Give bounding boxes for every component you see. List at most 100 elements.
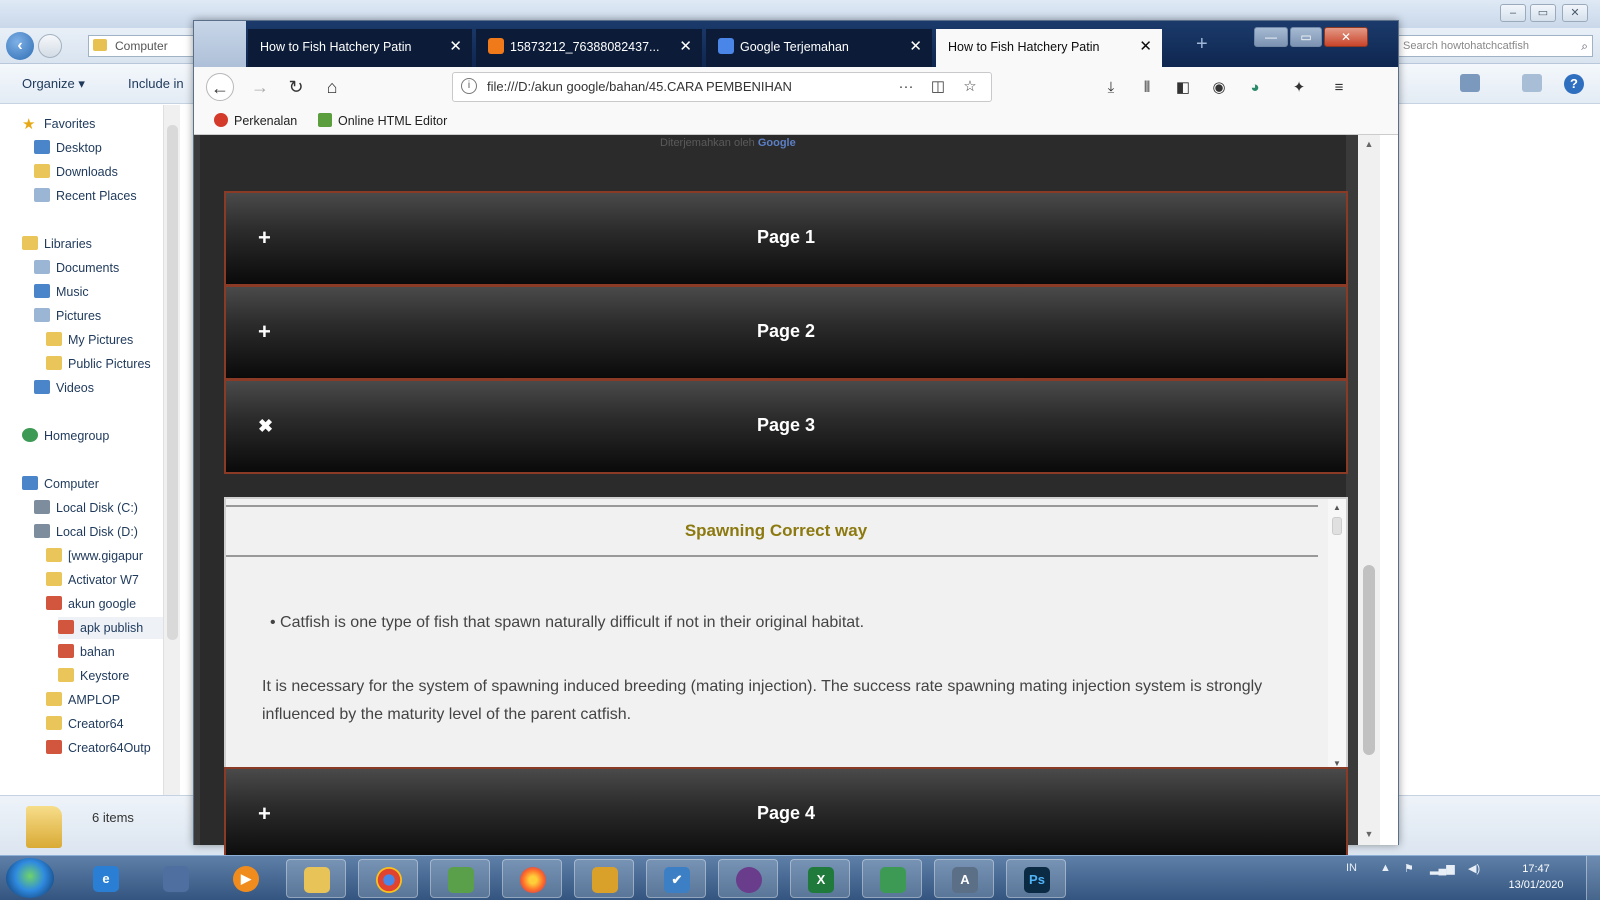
download-icon[interactable]: ⤓: [1100, 77, 1122, 99]
accordion-page-3[interactable]: ✖ Page 3: [224, 379, 1348, 474]
extension-puzzle-icon[interactable]: ✦: [1288, 77, 1310, 99]
nav-disk-d[interactable]: Local Disk (D:): [34, 521, 138, 543]
include-in-library-button[interactable]: Include in: [128, 76, 184, 91]
explorer-back-button[interactable]: ‹: [6, 32, 34, 60]
url-bar[interactable]: i file:///D:/akun google/bahan/45.CARA P…: [452, 72, 992, 102]
taskbar-app-8[interactable]: [574, 859, 634, 898]
tray-expand-icon[interactable]: ▲: [1380, 862, 1391, 874]
scroll-down-arrow-icon[interactable]: ▼: [1358, 829, 1380, 839]
taskbar-internet-explorer[interactable]: e: [76, 859, 136, 898]
nav-computer[interactable]: Computer: [22, 473, 99, 495]
bookmark-perkenalan[interactable]: Perkenalan: [214, 111, 297, 131]
taskbar-app-6[interactable]: [430, 859, 490, 898]
navigation-scrollbar[interactable]: [163, 105, 180, 795]
preview-pane-icon[interactable]: [1522, 74, 1542, 92]
pocket-icon[interactable]: ◫: [927, 77, 949, 97]
scroll-up-arrow-icon[interactable]: ▲: [1328, 503, 1346, 512]
close-tab-icon[interactable]: ✕: [679, 29, 692, 65]
url-text[interactable]: file:///D:/akun google/bahan/45.CARA PEM…: [487, 73, 867, 101]
extension-icon[interactable]: ◉: [1208, 77, 1230, 99]
sync-icon[interactable]: ◕: [1244, 77, 1266, 99]
accordion-page-2[interactable]: + Page 2: [224, 285, 1348, 380]
explorer-address-bar[interactable]: Computer: [88, 35, 198, 57]
nav-music[interactable]: Music: [34, 281, 89, 303]
scrollbar-thumb[interactable]: [1332, 517, 1342, 535]
nav-favorites[interactable]: ★ Favorites: [22, 113, 95, 135]
nav-folder-bahan[interactable]: bahan: [58, 641, 115, 663]
show-desktop-button[interactable]: [1586, 856, 1600, 900]
volume-icon[interactable]: ◀): [1468, 862, 1480, 875]
nav-documents[interactable]: Documents: [34, 257, 119, 279]
nav-homegroup[interactable]: Homegroup: [22, 425, 109, 447]
scrollbar-thumb[interactable]: [1363, 565, 1375, 755]
menu-icon[interactable]: ≡: [1328, 77, 1350, 99]
library-icon[interactable]: ⫴: [1136, 77, 1158, 99]
page-scrollbar[interactable]: ▲ ▼: [1358, 135, 1380, 845]
new-tab-button[interactable]: +: [1196, 33, 1208, 56]
nav-folder-apk-publish[interactable]: apk publish: [58, 617, 168, 639]
tab-image-file[interactable]: 15873212_76388082437... ✕: [476, 29, 702, 67]
nav-my-pictures[interactable]: My Pictures: [46, 329, 133, 351]
maximize-button[interactable]: ▭: [1290, 27, 1322, 47]
minimize-button[interactable]: —: [1254, 27, 1288, 47]
nav-folder-keystore[interactable]: Keystore: [58, 665, 129, 687]
nav-folder-akun-google[interactable]: akun google: [46, 593, 136, 615]
accordion-page-1[interactable]: + Page 1: [224, 191, 1348, 286]
sidebar-icon[interactable]: ◧: [1172, 77, 1194, 99]
nav-disk-c[interactable]: Local Disk (C:): [34, 497, 138, 519]
nav-videos[interactable]: Videos: [34, 377, 94, 399]
network-icon[interactable]: ▂▄▆: [1430, 862, 1455, 875]
nav-folder-creator64-output[interactable]: Creator64Outp: [46, 737, 151, 759]
tab-how-to-fish-1[interactable]: How to Fish Hatchery Patin ✕: [248, 29, 472, 67]
nav-libraries[interactable]: Libraries: [22, 233, 92, 255]
nav-recent-places[interactable]: Recent Places: [34, 185, 137, 207]
explorer-forward-button[interactable]: [38, 34, 62, 58]
language-indicator[interactable]: IN: [1346, 862, 1357, 874]
nav-desktop[interactable]: Desktop: [34, 137, 102, 159]
accordion-page-4[interactable]: + Page 4: [224, 767, 1348, 862]
taskbar-app-10[interactable]: [718, 859, 778, 898]
nav-downloads[interactable]: Downloads: [34, 161, 118, 183]
close-tab-icon[interactable]: ✕: [449, 29, 462, 65]
nav-folder-creator64[interactable]: Creator64: [46, 713, 124, 735]
taskbar-app-9[interactable]: ✔: [646, 859, 706, 898]
explorer-maximize-button[interactable]: ▭: [1530, 4, 1556, 22]
nav-folder-amplop[interactable]: AMPLOP: [46, 689, 120, 711]
organize-button[interactable]: Organize ▾: [22, 76, 85, 92]
explorer-search-input[interactable]: Search howtohatchcatfish ⌕: [1398, 35, 1593, 57]
taskbar-chrome[interactable]: [358, 859, 418, 898]
close-tab-icon[interactable]: ✕: [909, 29, 922, 65]
nav-public-pictures[interactable]: Public Pictures: [46, 353, 151, 375]
taskbar-app-12[interactable]: [862, 859, 922, 898]
bookmark-online-html-editor[interactable]: Online HTML Editor: [318, 111, 447, 131]
taskbar-photoshop[interactable]: Ps: [1006, 859, 1066, 898]
scrollbar-thumb[interactable]: [167, 125, 178, 640]
nav-pictures[interactable]: Pictures: [34, 305, 101, 327]
forward-button[interactable]: →: [246, 73, 274, 101]
help-icon[interactable]: ?: [1564, 74, 1584, 94]
taskbar-media-player[interactable]: ▶: [216, 859, 276, 898]
tab-how-to-fish-active[interactable]: How to Fish Hatchery Patin ✕: [936, 29, 1162, 67]
close-window-button[interactable]: ✕: [1324, 27, 1368, 47]
home-button[interactable]: ⌂: [318, 73, 346, 101]
tab-google-translate[interactable]: Google Terjemahan ✕: [706, 29, 932, 67]
taskbar-excel[interactable]: X: [790, 859, 850, 898]
bookmark-star-icon[interactable]: ☆: [959, 77, 981, 97]
taskbar-firefox[interactable]: [502, 859, 562, 898]
panel-scrollbar[interactable]: ▲ ▼: [1328, 499, 1346, 773]
close-tab-icon[interactable]: ✕: [1139, 29, 1152, 65]
explorer-close-button[interactable]: ✕: [1562, 4, 1588, 22]
taskbar-app-2[interactable]: [146, 859, 206, 898]
nav-folder-www[interactable]: [www.gigapur: [46, 545, 143, 567]
scroll-up-arrow-icon[interactable]: ▲: [1358, 139, 1380, 149]
start-button[interactable]: [6, 858, 54, 898]
info-icon[interactable]: i: [461, 78, 477, 94]
taskbar-explorer[interactable]: [286, 859, 346, 898]
reload-button[interactable]: ↻: [282, 73, 310, 101]
taskbar-app-13[interactable]: A: [934, 859, 994, 898]
system-clock[interactable]: 17:47 13/01/2020: [1500, 861, 1572, 893]
page-actions-icon[interactable]: ···: [895, 77, 917, 97]
nav-folder-activator[interactable]: Activator W7: [46, 569, 139, 591]
explorer-minimize-button[interactable]: –: [1500, 4, 1526, 22]
back-button[interactable]: ←: [206, 73, 234, 101]
